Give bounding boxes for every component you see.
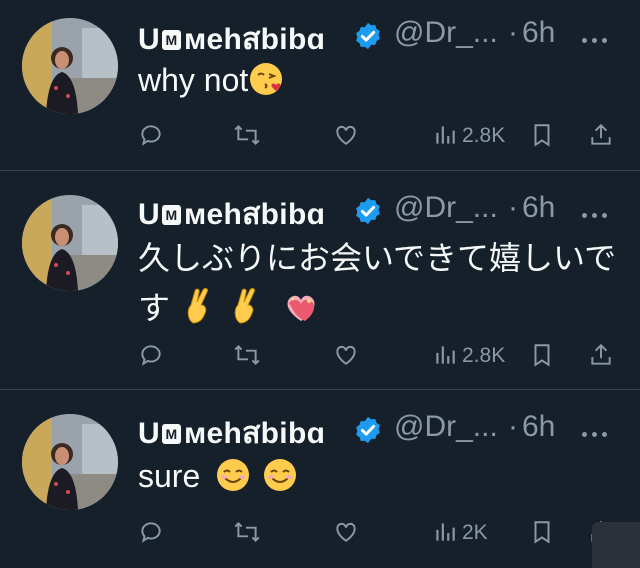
name-badge: M <box>161 205 181 225</box>
avatar[interactable] <box>22 414 118 510</box>
smiling-face-icon <box>262 457 298 504</box>
crossed-fingers-icon <box>230 287 264 339</box>
heart-icon <box>336 345 356 365</box>
display-name[interactable]: U Mмehสbibɑ <box>138 16 325 63</box>
share-icon <box>591 123 611 145</box>
reply-icon <box>141 125 161 146</box>
avatar[interactable] <box>22 195 118 291</box>
more-options-icon[interactable] <box>582 30 612 43</box>
heart-icon <box>336 125 356 145</box>
separator-dot: · <box>508 16 518 49</box>
tweet[interactable]: U Mмehสbibɑ @Dr_... · 6h 久しぶりにお会いできて嬉しいで … <box>0 171 640 389</box>
more-options-icon[interactable] <box>582 424 612 437</box>
tweet[interactable]: U Mмehสbibɑ @Dr_... · 6h why not 2.8K <box>0 0 640 170</box>
corner-overlay <box>592 522 640 568</box>
timestamp[interactable]: 6h <box>522 16 555 50</box>
timestamp[interactable]: 6h <box>522 410 555 444</box>
heart-with-ribbon-icon <box>283 289 319 339</box>
tweet-text: why not <box>138 58 618 108</box>
verified-badge-icon <box>356 197 380 225</box>
tweet-text: sure <box>138 454 618 504</box>
heart-icon <box>336 522 356 542</box>
tweet-actions: 2.8K <box>0 117 640 153</box>
tweet-actions: 2K <box>0 514 640 550</box>
timestamp[interactable]: 6h <box>522 191 555 225</box>
reply-icon <box>141 345 161 366</box>
handle[interactable]: @Dr_... <box>394 16 498 50</box>
smiling-face-icon <box>215 457 251 504</box>
display-name[interactable]: U Mмehสbibɑ <box>138 191 325 238</box>
display-name[interactable]: U Mмehสbibɑ <box>138 410 325 457</box>
verified-badge-icon <box>356 416 380 444</box>
retweet-icon <box>234 522 260 542</box>
crossed-fingers-icon <box>183 287 217 339</box>
bookmark-icon <box>534 344 550 367</box>
views-icon <box>436 523 455 541</box>
bookmark-icon <box>534 521 550 544</box>
separator-dot: · <box>508 410 518 443</box>
bookmark-icon <box>534 124 550 147</box>
face-blowing-kiss-icon <box>248 61 284 108</box>
reply-icon <box>141 522 161 543</box>
views-count: 2.8K <box>462 344 506 367</box>
handle[interactable]: @Dr_... <box>394 191 498 225</box>
separator-dot: · <box>508 191 518 224</box>
tweet-actions: 2.8K <box>0 337 640 373</box>
more-options-icon[interactable] <box>582 205 612 218</box>
views-icon <box>436 126 455 144</box>
retweet-icon <box>234 125 260 145</box>
views-count: 2.8K <box>462 124 506 147</box>
handle[interactable]: @Dr_... <box>394 410 498 444</box>
share-icon <box>591 343 611 365</box>
name-badge: M <box>161 424 181 444</box>
name-badge: M <box>161 30 181 50</box>
verified-badge-icon <box>356 22 380 50</box>
views-icon <box>436 346 455 364</box>
tweet[interactable]: U Mмehสbibɑ @Dr_... · 6h sure 2K <box>0 390 640 568</box>
retweet-icon <box>234 345 260 365</box>
views-count: 2K <box>462 521 488 544</box>
tweet-text: 久しぶりにお会いできて嬉しいで す <box>138 233 618 339</box>
avatar[interactable] <box>22 18 118 114</box>
